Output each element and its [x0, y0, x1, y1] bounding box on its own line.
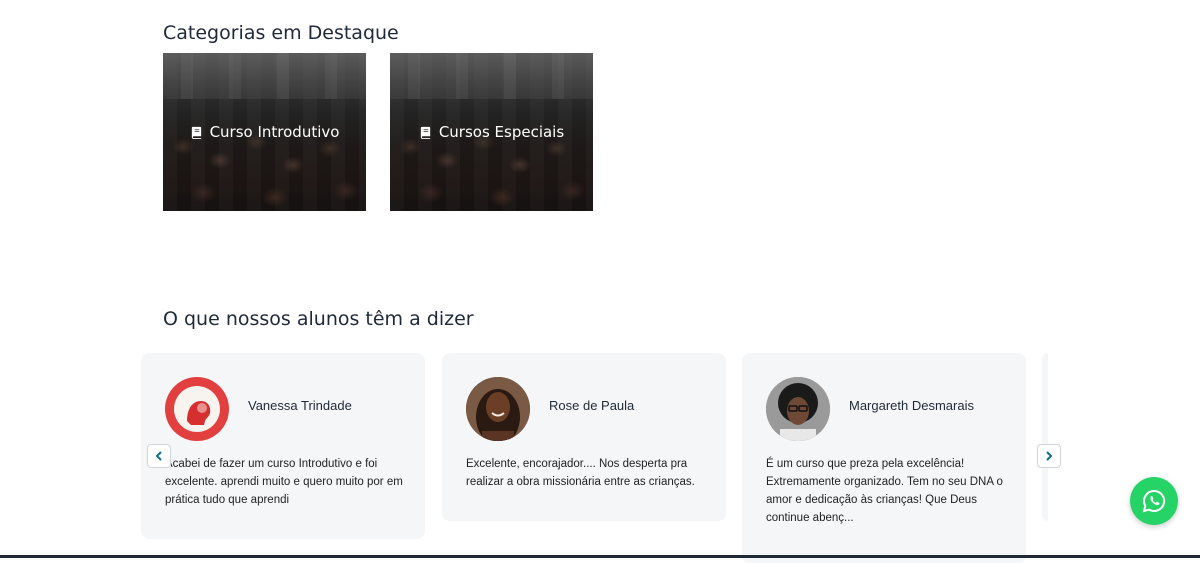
testimonial-author: Margareth Desmarais	[849, 398, 974, 413]
whatsapp-button[interactable]	[1130, 477, 1178, 525]
testimonial-card-partial	[1042, 353, 1048, 521]
logo-avatar-icon	[166, 378, 228, 440]
category-label-row[interactable]: Curso Introdutivo	[163, 123, 366, 141]
testimonial-author: Vanessa Trindade	[248, 398, 352, 413]
avatar	[766, 377, 830, 441]
book-icon	[191, 126, 201, 139]
category-name[interactable]: Cursos Especiais	[439, 123, 564, 141]
category-label-row[interactable]: Cursos Especiais	[390, 123, 593, 141]
person-photo-icon	[766, 377, 830, 441]
testimonial-text: Excelente, encorajador.... Nos desperta …	[466, 458, 695, 488]
testimonial-card: Vanessa Trindade Acabei de fazer um curs…	[141, 353, 425, 539]
chevron-left-icon	[156, 451, 162, 461]
carousel-next-button[interactable]	[1037, 444, 1061, 468]
testimonial-text: É um curso que preza pela excelência! Ex…	[766, 458, 1003, 524]
testimonial-author: Rose de Paula	[549, 398, 635, 413]
whatsapp-icon	[1142, 489, 1166, 513]
person-photo-icon	[466, 377, 530, 441]
testimonial-card: Rose de Paula Excelente, encorajador....…	[442, 353, 726, 521]
category-card-cursos-especiais[interactable]: Cursos Especiais	[390, 53, 593, 211]
chevron-right-icon	[1046, 451, 1052, 461]
category-name[interactable]: Curso Introdutivo	[210, 123, 340, 141]
avatar	[466, 377, 530, 441]
category-card-curso-introdutivo[interactable]: Curso Introdutivo	[163, 53, 366, 211]
carousel-prev-button[interactable]	[147, 444, 171, 468]
testimonial-card: Margareth Desmarais É um curso que preza…	[742, 353, 1026, 563]
featured-categories-title: Categorias em Destaque	[163, 22, 399, 44]
book-icon	[420, 126, 430, 139]
avatar	[165, 377, 229, 441]
testimonial-text: Acabei de fazer um curso Introdutivo e f…	[165, 458, 403, 506]
testimonials-title: O que nossos alunos têm a dizer	[163, 308, 474, 330]
